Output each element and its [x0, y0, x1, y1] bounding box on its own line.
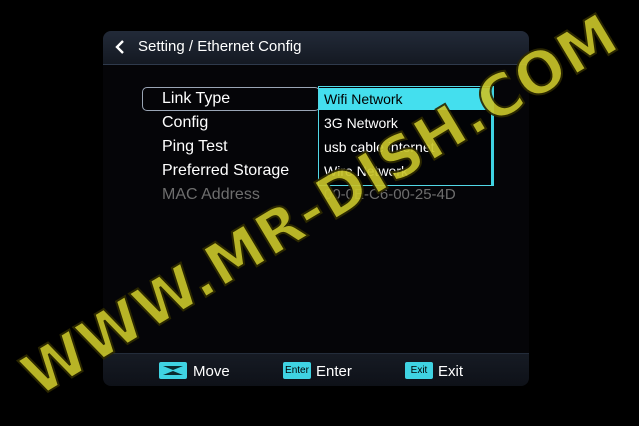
menu-item-ping-test[interactable]: Ping Test — [162, 138, 228, 156]
menu-item-config[interactable]: Config — [162, 114, 208, 132]
exit-key-badge: Exit — [405, 362, 433, 379]
footer-move-label: Move — [193, 363, 230, 380]
footer-exit-label: Exit — [438, 363, 464, 380]
chevron-left-icon[interactable] — [113, 39, 127, 55]
page-title: Setting / Ethernet Config — [138, 38, 302, 55]
menu-item-mac-address: MAC Address — [162, 186, 260, 203]
footer-enter-label: Enter — [316, 363, 352, 380]
move-arrows-icon — [159, 362, 187, 379]
menu-item-link-type[interactable]: Link Type — [162, 90, 230, 108]
enter-key-badge: Enter — [283, 362, 311, 379]
menu-item-preferred-storage[interactable]: Preferred Storage — [162, 162, 289, 180]
